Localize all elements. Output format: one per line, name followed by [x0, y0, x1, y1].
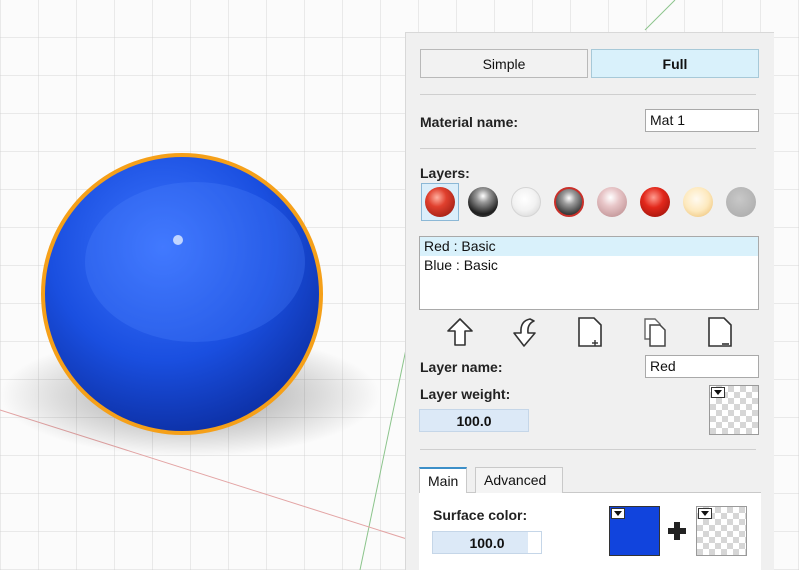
surface-color-label: Surface color: [433, 507, 528, 523]
layer-list[interactable]: Red : Basic Blue : Basic [419, 236, 759, 310]
preset-gray-matte[interactable] [722, 183, 760, 221]
tab-main[interactable]: Main [419, 467, 467, 494]
gray-matte-icon [726, 187, 756, 217]
surface-value-text: 100.0 [469, 535, 505, 551]
y-axis-line-far [644, 0, 676, 31]
cream-glow-icon [683, 187, 713, 217]
y-axis-line [359, 329, 411, 570]
tab-advanced[interactable]: Advanced [475, 467, 563, 493]
material-name-field[interactable]: Mat 1 [645, 109, 759, 132]
preset-chrome[interactable] [464, 183, 502, 221]
preset-cream-glow[interactable] [679, 183, 717, 221]
sphere-highlight [173, 235, 183, 245]
remove-layer-icon[interactable] [704, 315, 736, 349]
surface-color-field[interactable]: 100.0 [432, 531, 542, 554]
layer-list-item[interactable]: Blue : Basic [420, 256, 758, 275]
material-panel: Simple Full Material name: Mat 1 Layers:… [405, 32, 774, 571]
divider [420, 148, 756, 149]
pink-gloss-icon [597, 187, 627, 217]
full-mode-button[interactable]: Full [591, 49, 759, 78]
preset-white-matte[interactable] [507, 183, 545, 221]
tab-main-content: Surface color: 100.0 [419, 493, 761, 571]
move-down-icon[interactable] [508, 315, 540, 349]
layer-weight-texture-slot[interactable] [709, 385, 759, 435]
move-up-icon[interactable] [444, 315, 476, 349]
divider [420, 449, 756, 450]
red-sparkle-icon [640, 187, 670, 217]
divider [420, 94, 756, 95]
surface-color-swatch[interactable] [609, 506, 660, 556]
layer-name-label: Layer name: [420, 359, 503, 375]
metal-red-rim-icon [554, 187, 584, 217]
surface-texture-slot[interactable] [696, 506, 747, 556]
preset-metal-red-rim[interactable] [550, 183, 588, 221]
preset-red-sparkle[interactable] [636, 183, 674, 221]
red-glossy-icon [425, 187, 455, 217]
simple-mode-button[interactable]: Simple [420, 49, 588, 78]
duplicate-layer-icon[interactable] [639, 315, 671, 349]
layer-weight-label: Layer weight: [420, 386, 511, 402]
color-dropdown-icon[interactable] [611, 508, 625, 519]
texture-dropdown-icon[interactable] [711, 387, 725, 398]
layer-name-field[interactable]: Red [645, 355, 759, 378]
layer-list-item[interactable]: Red : Basic [420, 237, 758, 256]
material-name-label: Material name: [420, 114, 519, 130]
texture-dropdown-icon[interactable] [698, 508, 712, 519]
chrome-icon [468, 187, 498, 217]
white-matte-icon [511, 187, 541, 217]
layers-heading: Layers: [420, 165, 470, 181]
plus-icon [668, 522, 686, 540]
layer-weight-field[interactable]: 100.0 [419, 409, 529, 432]
preset-pink-gloss[interactable] [593, 183, 631, 221]
preset-red-glossy[interactable] [421, 183, 459, 221]
add-layer-icon[interactable] [574, 315, 606, 349]
